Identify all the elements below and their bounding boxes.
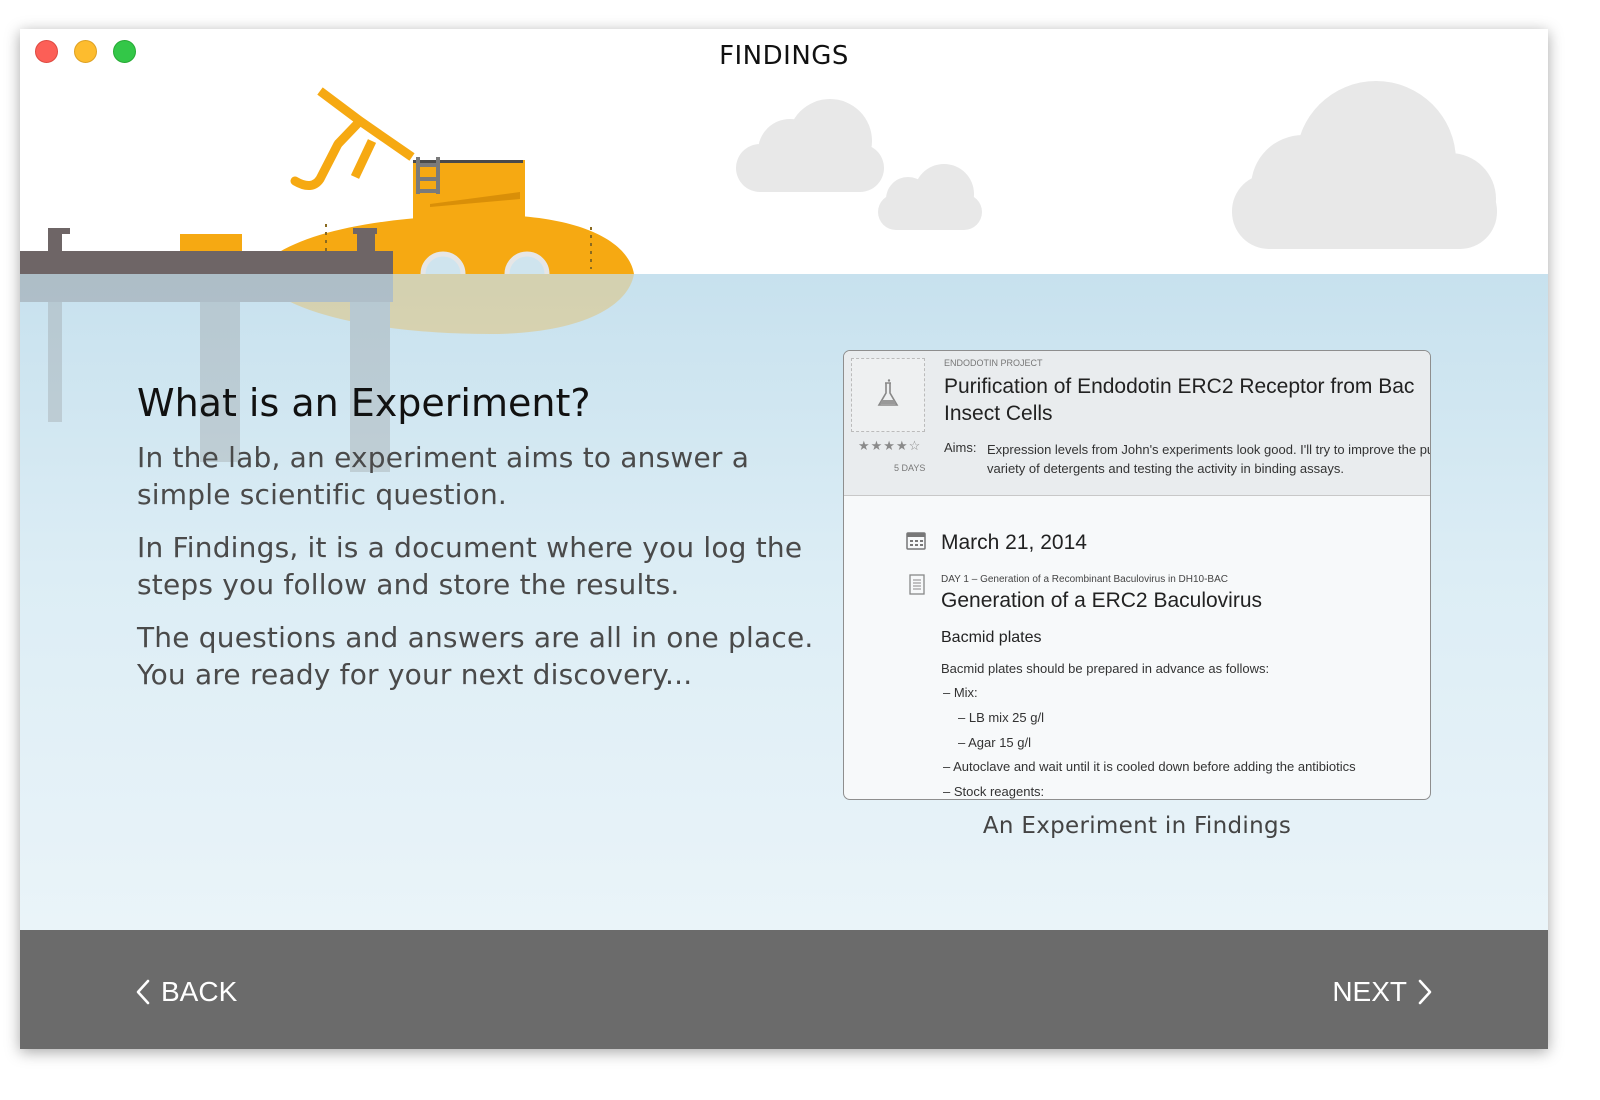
experiment-preview-image: ★★★★☆ 5 DAYS ENDODOTIN PROJECT Purificat… — [843, 350, 1431, 800]
entry-date: March 21, 2014 — [941, 531, 1087, 554]
intro-paragraph-2: In Findings, it is a document where you … — [137, 531, 803, 601]
document-icon — [909, 574, 925, 595]
duration-label: 5 DAYS — [894, 463, 926, 473]
flask-icon — [877, 379, 899, 406]
app-window: FINDINGS What is an Experiment? In the l… — [20, 29, 1548, 1049]
calendar-icon — [906, 532, 926, 550]
cloud-large-right — [1232, 81, 1497, 249]
aims-label: Aims: — [944, 440, 977, 455]
experiment-title-line-2: Insect Cells — [944, 402, 1053, 425]
protocol-line-6: – Stock reagents: — [943, 784, 1045, 799]
back-button[interactable]: BACK — [135, 976, 237, 1008]
page-heading: What is an Experiment? — [137, 381, 591, 425]
back-label: BACK — [161, 976, 238, 1007]
aims-text-line-2: variety of detergents and testing the ac… — [987, 461, 1344, 476]
intro-paragraph-3: The questions and answers are all in one… — [137, 621, 814, 691]
experiment-title: Purification of Endodotin ERC2 Receptor … — [944, 373, 1430, 427]
experiment-header: ★★★★☆ 5 DAYS ENDODOTIN PROJECT Purificat… — [844, 351, 1430, 496]
protocol-line-2: – Mix: — [943, 685, 978, 700]
next-button[interactable]: NEXT — [1332, 976, 1433, 1008]
chevron-left-icon — [136, 979, 150, 1005]
aims-text: Expression levels from John's experiment… — [987, 440, 1431, 478]
section-heading: Bacmid plates — [941, 629, 1042, 646]
protocol-line-5: – Autoclave and wait until it is cooled … — [943, 759, 1356, 774]
cloud-small-left — [736, 99, 884, 192]
submarine — [180, 87, 634, 279]
intro-paragraph-1: In the lab, an experiment aims to answer… — [137, 441, 750, 511]
entry-title: Generation of a ERC2 Baculovirus — [941, 589, 1262, 612]
footer-bar: BACK NEXT — [20, 930, 1548, 1049]
day-label: DAY 1 – Generation of a Recombinant Bacu… — [941, 574, 1228, 585]
next-label: NEXT — [1332, 976, 1407, 1007]
protocol-line-4: – Agar 15 g/l — [958, 735, 1031, 750]
chevron-right-icon — [1418, 979, 1432, 1005]
project-label: ENDODOTIN PROJECT — [944, 358, 1043, 368]
rating-stars: ★★★★☆ — [858, 438, 922, 453]
preview-caption: An Experiment in Findings — [982, 813, 1292, 839]
experiment-thumbnail — [851, 358, 925, 432]
aims-text-line-1: Expression levels from John's experiment… — [987, 442, 1431, 457]
experiment-body: March 21, 2014 DAY 1 – Generation of a R… — [844, 496, 1430, 799]
intro-text: What is an Experiment? In the lab, an ex… — [137, 381, 817, 709]
window-title: FINDINGS — [719, 41, 849, 71]
protocol-line-1: Bacmid plates should be prepared in adva… — [941, 661, 1270, 676]
cloud-small-middle — [878, 164, 982, 230]
experiment-title-line-1: Purification of Endodotin ERC2 Receptor … — [944, 375, 1415, 398]
protocol-line-3: – LB mix 25 g/l — [958, 710, 1044, 725]
